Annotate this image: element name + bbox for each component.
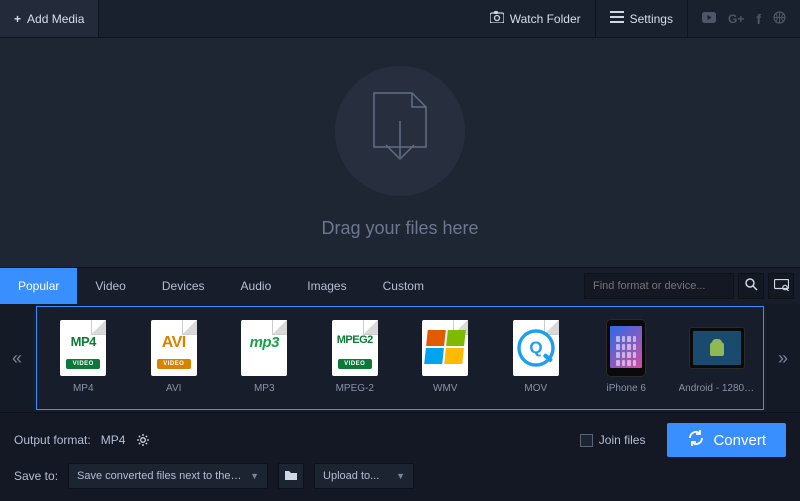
format-card[interactable]: Android - 1280x720 [677, 313, 758, 403]
format-label: MP3 [226, 383, 303, 394]
file-download-icon [372, 91, 428, 171]
save-to-dropdown[interactable]: Save converted files next to the origina… [68, 463, 268, 489]
format-thumb [414, 319, 476, 377]
upload-to-label: Upload to... [323, 470, 390, 482]
tab-images[interactable]: Images [289, 268, 364, 304]
globe-icon[interactable] [773, 11, 786, 27]
join-files-label: Join files [599, 433, 646, 447]
output-settings-button[interactable] [135, 432, 151, 448]
format-thumb: MPEG2VIDEO [324, 319, 386, 377]
google-plus-icon[interactable]: G+ [728, 12, 744, 26]
gear-icon [136, 433, 150, 447]
format-thumb: mp3 [233, 319, 295, 377]
chevron-right-icon: » [778, 348, 788, 369]
hamburger-icon [610, 11, 624, 26]
save-to-value: Save converted files next to the origina… [77, 470, 244, 482]
format-thumb [505, 319, 567, 377]
format-label: MPEG-2 [317, 383, 394, 394]
youtube-icon[interactable] [702, 12, 716, 26]
checkbox-box [580, 434, 593, 447]
tab-popular[interactable]: Popular [0, 268, 77, 304]
tab-audio[interactable]: Audio [223, 268, 290, 304]
format-card[interactable]: MP4VIDEO MP4 [43, 313, 124, 403]
convert-button[interactable]: Convert [667, 423, 786, 457]
chevron-down-icon: ▼ [250, 471, 259, 481]
browse-folder-button[interactable] [278, 463, 304, 489]
format-card[interactable]: MPEG2VIDEO MPEG-2 [315, 313, 396, 403]
add-media-label: Add Media [27, 12, 84, 26]
search-input[interactable] [584, 273, 734, 299]
footer-bar: Output format: MP4 Join files Convert Sa… [0, 412, 800, 501]
carousel-track: MP4VIDEOMP4AVIVIDEOAVImp3MP3MPEG2VIDEOMP… [36, 306, 764, 410]
format-thumb: MP4VIDEO [52, 319, 114, 377]
convert-icon [687, 429, 705, 451]
convert-label: Convert [713, 432, 766, 449]
format-label: MOV [498, 383, 575, 394]
settings-button[interactable]: Settings [596, 0, 688, 37]
format-card[interactable]: mp3 MP3 [224, 313, 305, 403]
format-thumb [595, 319, 657, 377]
social-links: G+ f [688, 0, 800, 37]
camera-icon [490, 11, 504, 26]
format-label: iPhone 6 [588, 383, 665, 394]
chevron-left-icon: « [12, 348, 22, 369]
search-button[interactable] [738, 273, 764, 299]
tab-custom[interactable]: Custom [365, 268, 442, 304]
plus-icon: + [14, 12, 21, 26]
format-panel: PopularVideoDevicesAudioImagesCustom « M… [0, 267, 800, 412]
folder-icon [284, 469, 298, 484]
save-to-label: Save to: [14, 469, 58, 483]
facebook-icon[interactable]: f [756, 11, 761, 27]
watch-folder-button[interactable]: Watch Folder [476, 0, 596, 37]
upload-to-dropdown[interactable]: Upload to... ▼ [314, 463, 414, 489]
output-format-value: MP4 [101, 433, 126, 447]
format-label: Android - 1280x720 [679, 383, 756, 394]
carousel-prev-button[interactable]: « [0, 304, 34, 412]
format-card[interactable]: AVIVIDEO AVI [134, 313, 215, 403]
settings-label: Settings [630, 12, 673, 26]
carousel-next-button[interactable]: » [766, 304, 800, 412]
format-label: WMV [407, 383, 484, 394]
tabs-row: PopularVideoDevicesAudioImagesCustom [0, 268, 800, 304]
chevron-down-icon: ▼ [396, 471, 405, 481]
format-card[interactable]: WMV [405, 313, 486, 403]
format-thumb: AVIVIDEO [143, 319, 205, 377]
format-label: MP4 [45, 383, 122, 394]
format-card[interactable]: MOV [496, 313, 577, 403]
format-card[interactable]: iPhone 6 [586, 313, 667, 403]
tab-devices[interactable]: Devices [144, 268, 223, 304]
format-label: AVI [136, 383, 213, 394]
drop-zone[interactable]: Drag your files here [0, 38, 800, 267]
tab-video[interactable]: Video [77, 268, 143, 304]
join-files-checkbox[interactable]: Join files [580, 433, 646, 447]
watch-folder-label: Watch Folder [510, 12, 581, 26]
drop-zone-circle [335, 66, 465, 196]
format-carousel: « MP4VIDEO MP4 AVIVIDEO AVI mp3 MP3 MPEG2VIDEO… [0, 304, 800, 412]
preview-toggle-button[interactable] [768, 273, 794, 299]
drop-zone-text: Drag your files here [321, 218, 478, 239]
search-icon [745, 278, 758, 294]
output-format-label: Output format: [14, 433, 91, 447]
top-bar: + Add Media Watch Folder Settings G+ f [0, 0, 800, 38]
add-media-button[interactable]: + Add Media [0, 0, 99, 37]
format-thumb [686, 319, 748, 377]
preview-icon [774, 279, 789, 294]
